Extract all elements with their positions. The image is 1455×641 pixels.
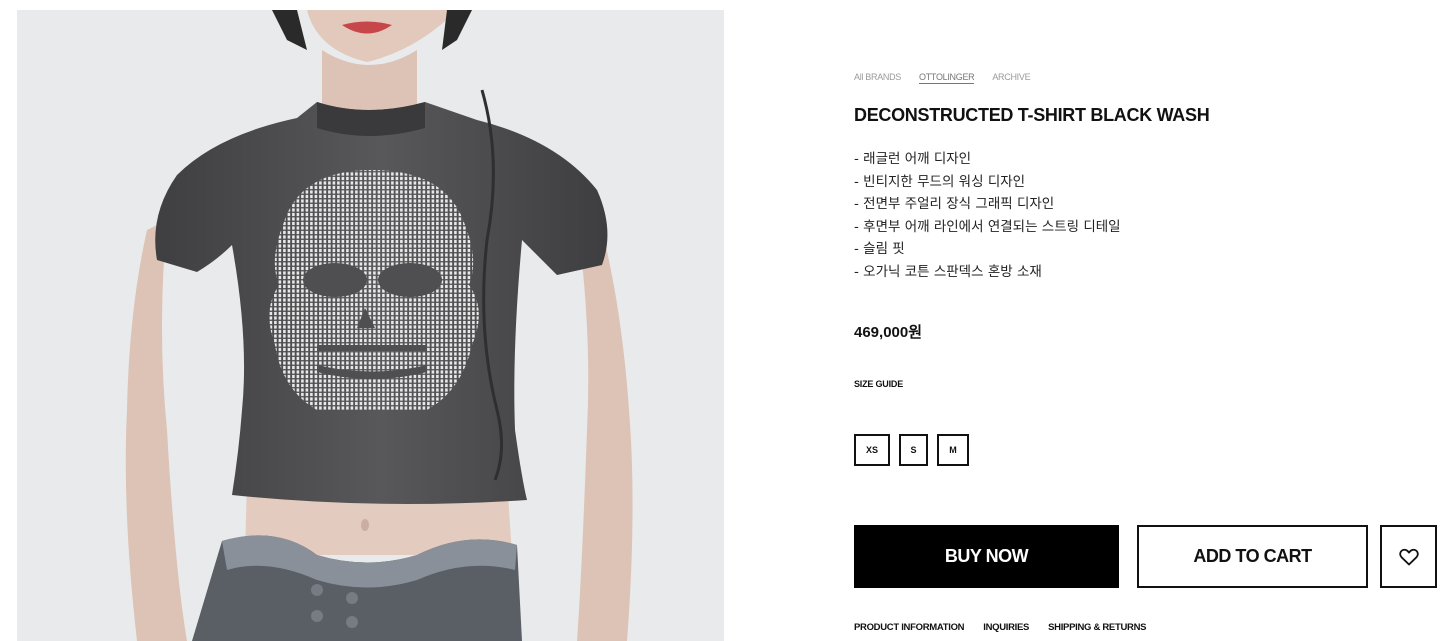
wishlist-button[interactable]: [1380, 525, 1437, 588]
breadcrumb-archive[interactable]: ARCHIVE: [992, 72, 1030, 84]
product-info-panel: All BRANDS OTTOLINGER ARCHIVE DECONSTRUC…: [854, 0, 1444, 641]
description-line: - 오가닉 코튼 스판덱스 혼방 소재: [854, 263, 1042, 280]
product-image[interactable]: [17, 10, 724, 641]
breadcrumb: All BRANDS OTTOLINGER ARCHIVE: [854, 72, 1031, 84]
add-to-cart-button[interactable]: ADD TO CART: [1137, 525, 1368, 588]
product-price: 469,000원: [854, 324, 923, 341]
size-selector: XS S M: [854, 434, 969, 466]
description-line: - 래글런 어깨 디자인: [854, 151, 972, 167]
description-line: - 슬림 핏: [854, 241, 905, 257]
breadcrumb-all-brands[interactable]: All BRANDS: [854, 72, 901, 84]
description-line: - 후면부 어깨 라인에서 연결되는 스트링 디테일: [854, 218, 1121, 235]
heart-outline-icon: [1398, 548, 1419, 565]
tab-inquiries[interactable]: INQUIRIES: [983, 622, 1029, 633]
breadcrumb-brand[interactable]: OTTOLINGER: [919, 72, 975, 84]
product-description: - 래글런 어깨 디자인 - 빈티지한 무드의 워싱 디자인 - 전면부 주얼리…: [854, 148, 1121, 283]
size-option-xs[interactable]: XS: [854, 434, 890, 466]
size-option-s[interactable]: S: [899, 434, 928, 466]
description-line: - 전면부 주얼리 장식 그래픽 디자인: [854, 196, 1055, 212]
buy-now-button[interactable]: BUY NOW: [854, 525, 1119, 588]
product-title: DECONSTRUCTED T-SHIRT BLACK WASH: [854, 105, 1210, 125]
size-option-m[interactable]: M: [937, 434, 969, 466]
tab-product-information[interactable]: PRODUCT INFORMATION: [854, 622, 965, 633]
info-tabs: PRODUCT INFORMATION INQUIRIES SHIPPING &…: [854, 622, 1146, 633]
product-page: All BRANDS OTTOLINGER ARCHIVE DECONSTRUC…: [0, 0, 1455, 641]
skull-graphic: [269, 170, 479, 410]
description-line: - 빈티지한 무드의 워싱 디자인: [854, 173, 1026, 190]
product-photo-illustration: [17, 10, 724, 641]
size-guide-link[interactable]: SIZE GUIDE: [854, 379, 903, 389]
tab-shipping-returns[interactable]: SHIPPING & RETURNS: [1048, 622, 1146, 633]
